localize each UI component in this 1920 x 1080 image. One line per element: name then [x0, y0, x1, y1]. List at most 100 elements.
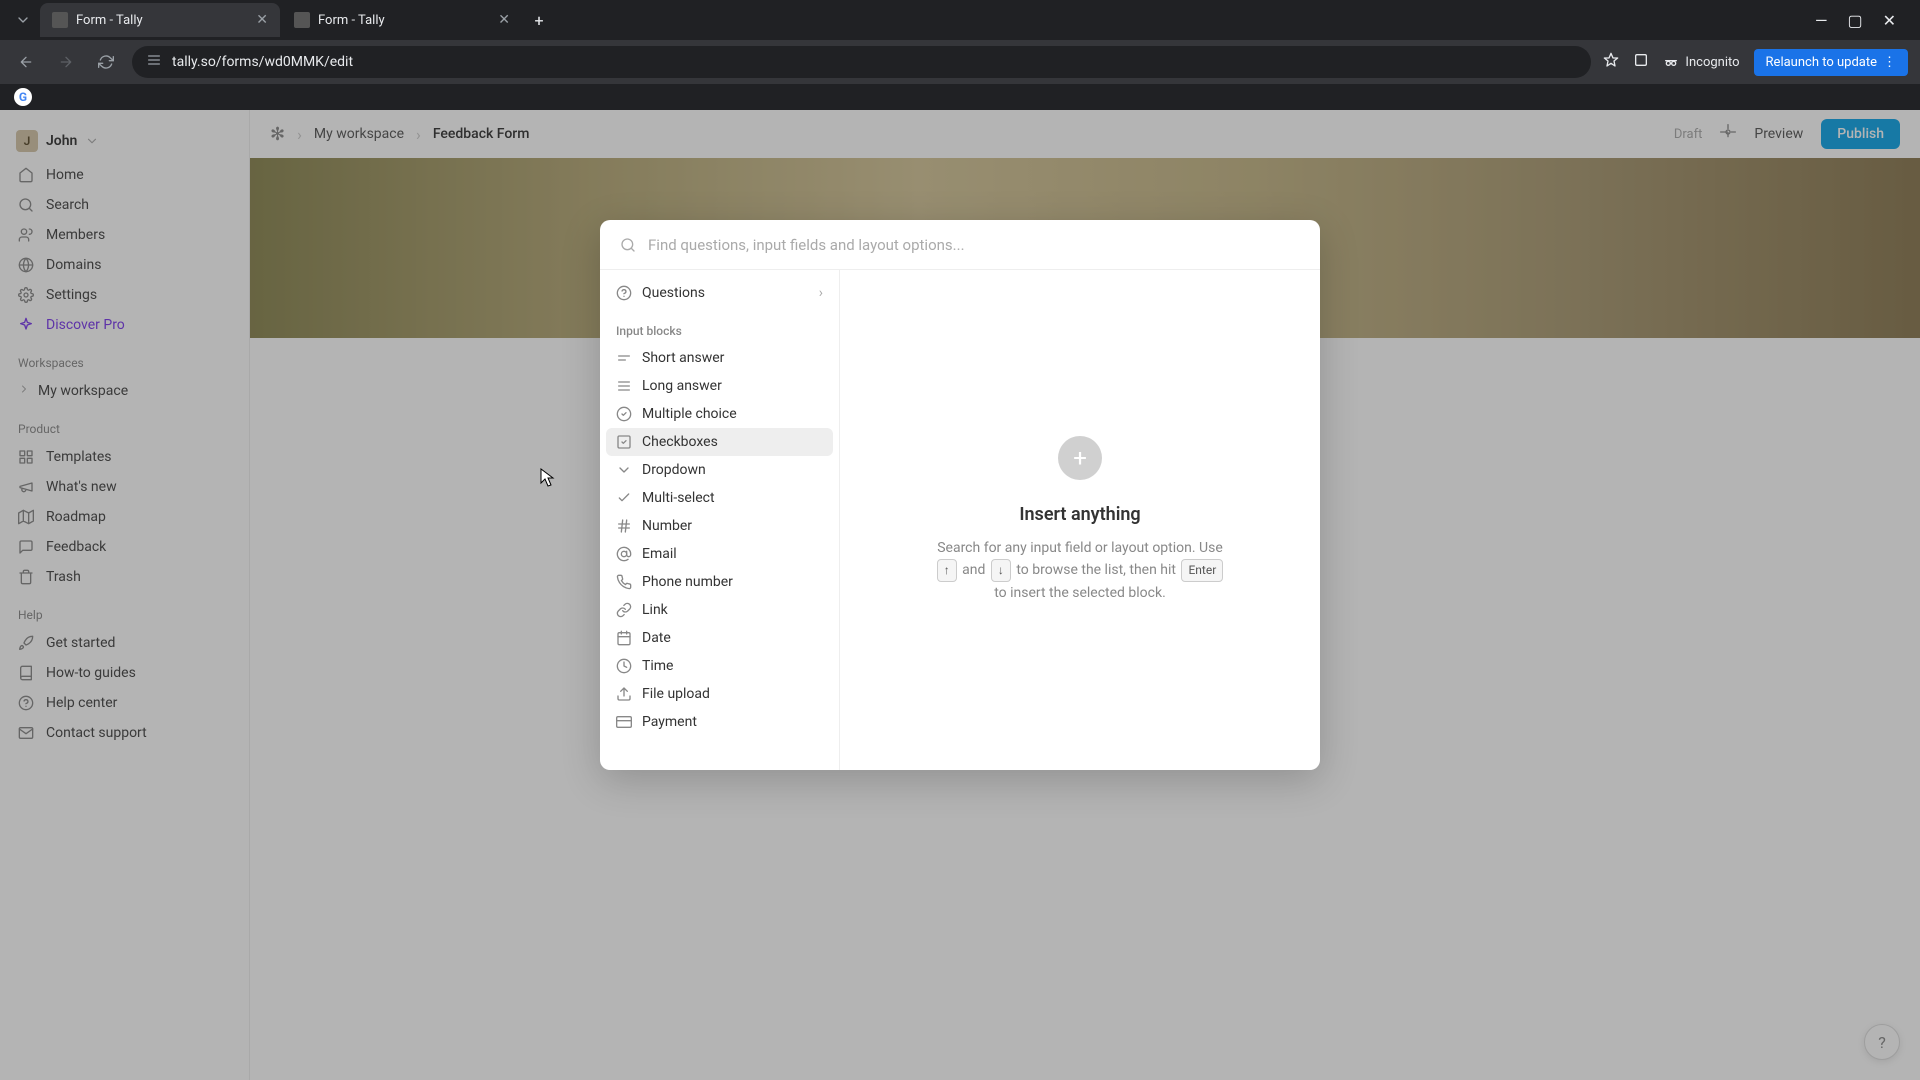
tab-title: Form - Tally	[318, 13, 385, 28]
key-down: ↓	[991, 559, 1011, 582]
nav-members[interactable]: Members	[0, 220, 249, 250]
reload-icon	[98, 54, 114, 70]
forward-button[interactable]	[52, 48, 80, 76]
modal-preview-pane: + Insert anything Search for any input f…	[840, 270, 1320, 770]
browser-tab-active[interactable]: Form - Tally ✕	[40, 3, 280, 37]
nav-help-center[interactable]: Help center	[0, 688, 249, 718]
close-icon[interactable]: ✕	[498, 12, 510, 28]
globe-icon	[18, 257, 34, 273]
preview-button[interactable]: Preview	[1754, 126, 1803, 142]
multi-check-icon	[616, 490, 632, 506]
tally-logo-icon[interactable]: ✻	[270, 124, 285, 145]
nav-settings[interactable]: Settings	[0, 280, 249, 310]
reload-button[interactable]	[92, 48, 120, 76]
incognito-indicator[interactable]: Incognito	[1663, 54, 1739, 70]
extensions-icon[interactable]	[1633, 52, 1649, 72]
block-search-input[interactable]	[648, 236, 1300, 254]
user-name: John	[46, 133, 77, 149]
nav-feedback[interactable]: Feedback	[0, 532, 249, 562]
category-questions[interactable]: Questions ›	[606, 276, 833, 310]
back-button[interactable]	[12, 48, 40, 76]
modal-search-bar	[600, 220, 1320, 270]
relaunch-button[interactable]: Relaunch to update ⋮	[1754, 49, 1908, 76]
gear-icon	[1720, 124, 1736, 140]
topbar: ✻ › My workspace › Feedback Form Draft P…	[250, 110, 1920, 158]
google-bookmark-icon[interactable]: G	[14, 88, 32, 106]
chevron-down-icon	[15, 12, 31, 28]
block-long-answer[interactable]: Long answer	[606, 372, 833, 400]
grid-icon	[18, 449, 34, 465]
section-workspaces: Workspaces	[0, 340, 249, 376]
nav-whats-new[interactable]: What's new	[0, 472, 249, 502]
nav-search[interactable]: Search	[0, 190, 249, 220]
maximize-icon[interactable]: ▢	[1847, 11, 1862, 30]
tab-favicon-icon	[52, 12, 68, 28]
breadcrumb-workspace[interactable]: My workspace	[314, 126, 404, 142]
insert-block-modal: Questions › Input blocks Short answer Lo…	[600, 220, 1320, 770]
block-multiple-choice[interactable]: Multiple choice	[606, 400, 833, 428]
form-settings-button[interactable]	[1720, 124, 1736, 144]
draft-status: Draft	[1674, 127, 1703, 142]
close-window-icon[interactable]: ✕	[1883, 11, 1896, 30]
block-list[interactable]: Questions › Input blocks Short answer Lo…	[600, 270, 840, 770]
bookmark-star-icon[interactable]	[1603, 52, 1619, 72]
key-up: ↑	[937, 559, 957, 582]
chat-icon	[18, 539, 34, 555]
nav-get-started[interactable]: Get started	[0, 628, 249, 658]
browser-tab[interactable]: Form - Tally ✕	[282, 3, 522, 37]
phone-icon	[616, 574, 632, 590]
checkbox-icon	[616, 434, 632, 450]
clock-icon	[616, 658, 632, 674]
help-icon	[18, 695, 34, 711]
block-file-upload[interactable]: File upload	[606, 680, 833, 708]
block-checkboxes[interactable]: Checkboxes	[606, 428, 833, 456]
block-link[interactable]: Link	[606, 596, 833, 624]
tab-search-dropdown[interactable]	[8, 5, 38, 35]
block-number[interactable]: Number	[606, 512, 833, 540]
workspace-item[interactable]: My workspace	[0, 376, 249, 406]
nav-how-to[interactable]: How-to guides	[0, 658, 249, 688]
breadcrumb-form[interactable]: Feedback Form	[433, 126, 530, 142]
short-text-icon	[616, 350, 632, 366]
nav-domains[interactable]: Domains	[0, 250, 249, 280]
address-bar: tally.so/forms/wd0MMK/edit Incognito Rel…	[0, 40, 1920, 84]
tab-favicon-icon	[294, 12, 310, 28]
nav-templates[interactable]: Templates	[0, 442, 249, 472]
block-date[interactable]: Date	[606, 624, 833, 652]
radio-check-icon	[616, 406, 632, 422]
upload-icon	[616, 686, 632, 702]
calendar-icon	[616, 630, 632, 646]
sidebar: J John Home Search Members Domains Setti…	[0, 110, 250, 1080]
help-bubble-button[interactable]: ?	[1864, 1024, 1900, 1060]
block-dropdown[interactable]: Dropdown	[606, 456, 833, 484]
minimize-icon[interactable]: —	[1815, 11, 1828, 30]
new-tab-button[interactable]: +	[524, 5, 554, 35]
incognito-icon	[1663, 54, 1679, 70]
section-help: Help	[0, 592, 249, 628]
nav-trash[interactable]: Trash	[0, 562, 249, 592]
block-time[interactable]: Time	[606, 652, 833, 680]
nav-roadmap[interactable]: Roadmap	[0, 502, 249, 532]
nav-home[interactable]: Home	[0, 160, 249, 190]
plus-circle-icon: +	[1058, 436, 1102, 480]
section-input-blocks: Input blocks	[606, 310, 833, 344]
block-multi-select[interactable]: Multi-select	[606, 484, 833, 512]
kebab-icon: ⋮	[1883, 55, 1896, 70]
site-settings-icon[interactable]	[146, 52, 162, 72]
user-menu[interactable]: J John	[0, 122, 249, 160]
close-icon[interactable]: ✕	[256, 12, 268, 28]
block-email[interactable]: Email	[606, 540, 833, 568]
sparkle-icon	[18, 317, 34, 333]
insert-title: Insert anything	[1019, 504, 1140, 525]
tab-bar: Form - Tally ✕ Form - Tally ✕ + — ▢ ✕	[0, 0, 1920, 40]
url-input[interactable]: tally.so/forms/wd0MMK/edit	[132, 46, 1591, 78]
block-payment[interactable]: Payment	[606, 708, 833, 736]
nav-discover-pro[interactable]: Discover Pro	[0, 310, 249, 340]
publish-button[interactable]: Publish	[1821, 119, 1900, 149]
block-phone[interactable]: Phone number	[606, 568, 833, 596]
url-text: tally.so/forms/wd0MMK/edit	[172, 54, 353, 70]
block-short-answer[interactable]: Short answer	[606, 344, 833, 372]
nav-contact[interactable]: Contact support	[0, 718, 249, 748]
search-icon	[620, 237, 636, 253]
arrow-right-icon	[58, 54, 74, 70]
